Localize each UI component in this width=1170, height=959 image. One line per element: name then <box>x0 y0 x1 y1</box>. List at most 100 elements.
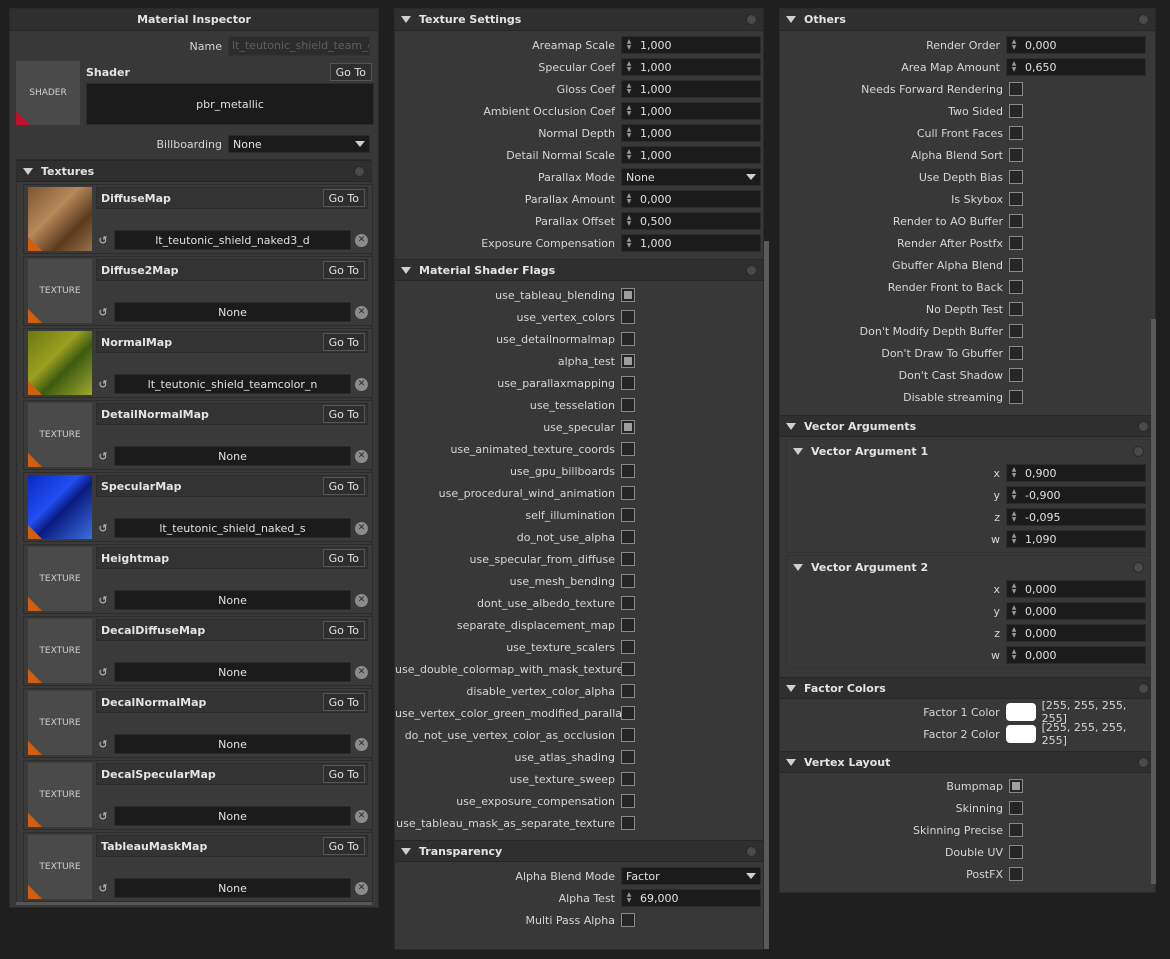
normal-depth-field[interactable]: ▲ ▼ 1,000 <box>621 124 761 142</box>
texture-thumbnail[interactable]: TEXTURE <box>28 691 92 755</box>
section-toggle-icon[interactable] <box>1138 756 1149 768</box>
render-front-to-back-checkbox[interactable] <box>1009 280 1023 294</box>
texture-path-field[interactable]: None <box>114 590 351 610</box>
goto-button[interactable]: Go To <box>322 549 365 567</box>
spinner-icon[interactable]: ▲ ▼ <box>622 37 636 53</box>
no-depth-test-checkbox[interactable] <box>1009 302 1023 316</box>
color-swatch[interactable] <box>1005 725 1036 743</box>
texture-thumbnail[interactable]: TEXTURE <box>28 619 92 683</box>
axis-y-field[interactable]: ▲ ▼ -0,900 <box>1006 486 1146 504</box>
is-skybox-checkbox[interactable] <box>1009 192 1023 206</box>
don-t-cast-shadow-checkbox[interactable] <box>1009 368 1023 382</box>
reset-icon[interactable]: ↺ <box>96 882 110 895</box>
alpha-test-checkbox[interactable] <box>621 354 635 368</box>
name-field[interactable]: lt_teutonic_shield_team_co <box>228 36 370 56</box>
use-parallaxmapping-checkbox[interactable] <box>621 376 635 390</box>
others-header[interactable]: Others <box>780 9 1155 31</box>
disable-streaming-checkbox[interactable] <box>1009 390 1023 404</box>
texture-path-field[interactable]: None <box>114 302 351 322</box>
clear-icon[interactable]: ✕ <box>355 809 368 823</box>
specular-coef-field[interactable]: ▲ ▼ 1,000 <box>621 58 761 76</box>
use-detailnormalmap-checkbox[interactable] <box>621 332 635 346</box>
use-procedural-wind-animation-checkbox[interactable] <box>621 486 635 500</box>
texture-thumbnail[interactable] <box>28 187 92 251</box>
use-animated-texture-coords-checkbox[interactable] <box>621 442 635 456</box>
reset-icon[interactable]: ↺ <box>96 450 110 463</box>
reset-icon[interactable]: ↺ <box>96 522 110 535</box>
spinner-icon[interactable]: ▲ ▼ <box>1007 487 1021 503</box>
use-gpu-billboards-checkbox[interactable] <box>621 464 635 478</box>
render-to-ao-buffer-checkbox[interactable] <box>1009 214 1023 228</box>
axis-w-field[interactable]: ▲ ▼ 1,090 <box>1006 530 1146 548</box>
cull-front-faces-checkbox[interactable] <box>1009 126 1023 140</box>
do-not-use-alpha-checkbox[interactable] <box>621 530 635 544</box>
axis-w-field[interactable]: ▲ ▼ 0,000 <box>1006 646 1146 664</box>
texture-path-field[interactable]: lt_teutonic_shield_naked3_d <box>114 230 351 250</box>
texture-path-field[interactable]: None <box>114 446 351 466</box>
textures-header[interactable]: Textures <box>17 160 371 182</box>
clear-icon[interactable]: ✕ <box>355 737 368 751</box>
goto-button[interactable]: Go To <box>322 333 365 351</box>
axis-y-field[interactable]: ▲ ▼ 0,000 <box>1006 602 1146 620</box>
spinner-icon[interactable]: ▲ ▼ <box>622 81 636 97</box>
spinner-icon[interactable]: ▲ ▼ <box>1007 465 1021 481</box>
reset-icon[interactable]: ↺ <box>96 594 110 607</box>
double-uv-checkbox[interactable] <box>1009 845 1023 859</box>
axis-z-field[interactable]: ▲ ▼ 0,000 <box>1006 624 1146 642</box>
clear-icon[interactable]: ✕ <box>355 449 368 463</box>
use-tableau-blending-checkbox[interactable] <box>621 288 635 302</box>
use-depth-bias-checkbox[interactable] <box>1009 170 1023 184</box>
spinner-icon[interactable]: ▲ ▼ <box>622 191 636 207</box>
reset-icon[interactable]: ↺ <box>96 234 110 247</box>
shader-flags-header[interactable]: Material Shader Flags <box>395 259 763 281</box>
section-toggle-icon[interactable] <box>354 165 365 177</box>
texture-thumbnail[interactable]: TEXTURE <box>28 763 92 827</box>
use-tableau-mask-as-separate-texture-checkbox[interactable] <box>621 816 635 830</box>
scrollbar[interactable] <box>1151 319 1156 884</box>
parallax-mode-select[interactable]: None <box>621 168 761 186</box>
use-specular-from-diffuse-checkbox[interactable] <box>621 552 635 566</box>
texture-path-field[interactable]: lt_teutonic_shield_teamcolor_n <box>114 374 351 394</box>
area-map-amount-field[interactable]: ▲ ▼ 0,650 <box>1006 58 1146 76</box>
detail-normal-scale-field[interactable]: ▲ ▼ 1,000 <box>621 146 761 164</box>
areamap-scale-field[interactable]: ▲ ▼ 1,000 <box>621 36 761 54</box>
vector-argument-header[interactable]: Vector Argument 1 <box>787 440 1150 462</box>
spinner-icon[interactable]: ▲ ▼ <box>1007 531 1021 547</box>
shader-value-field[interactable]: pbr_metallic <box>86 83 374 125</box>
clear-icon[interactable]: ✕ <box>355 593 368 607</box>
section-toggle-icon[interactable] <box>746 14 757 25</box>
goto-button[interactable]: Go To <box>322 837 365 855</box>
vertex-layout-header[interactable]: Vertex Layout <box>780 751 1155 773</box>
section-toggle-icon[interactable] <box>1138 682 1149 694</box>
spinner-icon[interactable]: ▲ ▼ <box>1007 625 1021 641</box>
spinner-icon[interactable]: ▲ ▼ <box>1007 603 1021 619</box>
spinner-icon[interactable]: ▲ ▼ <box>622 235 636 251</box>
spinner-icon[interactable]: ▲ ▼ <box>1007 509 1021 525</box>
multi-pass-alpha-checkbox[interactable] <box>621 913 635 927</box>
use-texture-scalers-checkbox[interactable] <box>621 640 635 654</box>
texture-path-field[interactable]: None <box>114 878 351 898</box>
factor-colors-header[interactable]: Factor Colors <box>780 677 1155 699</box>
texture-path-field[interactable]: lt_teutonic_shield_naked_s <box>114 518 351 538</box>
clear-icon[interactable]: ✕ <box>355 521 368 535</box>
reset-icon[interactable]: ↺ <box>96 306 110 319</box>
use-vertex-color-green-modified-parallax-checkbox[interactable] <box>621 706 635 720</box>
section-toggle-icon[interactable] <box>1133 445 1144 457</box>
spinner-icon[interactable]: ▲ ▼ <box>1007 37 1021 53</box>
shader-goto-button[interactable]: Go To <box>329 63 372 81</box>
spinner-icon[interactable]: ▲ ▼ <box>1007 59 1021 75</box>
separate-displacement-map-checkbox[interactable] <box>621 618 635 632</box>
texture-path-field[interactable]: None <box>114 806 351 826</box>
skinning-precise-checkbox[interactable] <box>1009 823 1023 837</box>
texture-thumbnail[interactable]: TEXTURE <box>28 547 92 611</box>
use-tesselation-checkbox[interactable] <box>621 398 635 412</box>
use-specular-checkbox[interactable] <box>621 420 635 434</box>
section-toggle-icon[interactable] <box>746 264 757 276</box>
spinner-icon[interactable]: ▲ ▼ <box>1007 581 1021 597</box>
texture-thumbnail[interactable] <box>28 331 92 395</box>
don-t-draw-to-gbuffer-checkbox[interactable] <box>1009 346 1023 360</box>
clear-icon[interactable]: ✕ <box>355 233 368 247</box>
scrollbar[interactable] <box>764 241 769 949</box>
goto-button[interactable]: Go To <box>322 621 365 639</box>
texture-thumbnail[interactable]: TEXTURE <box>28 403 92 467</box>
